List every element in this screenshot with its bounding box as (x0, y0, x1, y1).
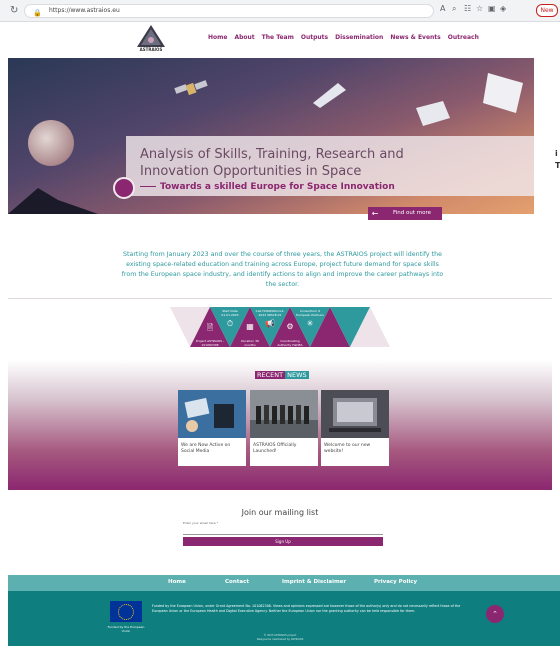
browser-toolbar: ↻ 🔒 https://www.astraios.eu A⌕ ☷☆▣◈ New (0, 0, 560, 22)
zoom-icon[interactable]: ⌕ (452, 4, 464, 14)
logo-text: ASTRAIOS (139, 47, 163, 52)
hero-emblem-icon (113, 177, 135, 199)
find-out-more-button[interactable]: Find out more (382, 207, 442, 220)
footer-link-home[interactable]: Home (168, 579, 186, 585)
reader-icon[interactable]: A (440, 4, 452, 13)
copilot-icon[interactable]: ◈ (500, 4, 512, 13)
news-heading-news: NEWS (285, 371, 309, 379)
news-card-title[interactable]: We are Now Active on Social Media (181, 443, 243, 455)
email-label: Enter your email here * (183, 521, 219, 525)
copyright-line-2: Designed & maintained by ASTRAIOS (256, 638, 304, 641)
fact-start-date: Start Date 01.01.2023 (221, 309, 239, 317)
hero-edge-line-2: T (555, 161, 560, 170)
calendar-icon: ▦ (246, 322, 254, 331)
footer-link-imprint[interactable]: Imprint & Disclaimer (282, 579, 346, 585)
book-image-3 (483, 73, 523, 113)
fact-call: Call HORIZON-CL4-2022 SPACE-01 (255, 309, 285, 317)
fact-authority: Coordinating Authority HaDEA (277, 339, 303, 347)
hero-edge-line-1: i (555, 149, 558, 158)
planet-image (28, 120, 74, 166)
address-bar[interactable]: 🔒 https://www.astraios.eu (24, 4, 434, 18)
menu-outputs[interactable]: Outputs (301, 34, 328, 41)
lock-icon: 🔒 (33, 9, 42, 17)
intro-paragraph: Starting from January 2023 and over the … (121, 251, 444, 288)
site-header: ASTRAIOS Home About The Team Outputs Dissemi… (0, 22, 560, 58)
earth-horizon-image (8, 188, 98, 214)
new-tab-button[interactable]: New (536, 4, 558, 17)
news-card[interactable]: Welcome to our new website! (321, 390, 389, 466)
news-card-title[interactable]: Welcome to our new website! (324, 443, 386, 455)
book-image-1 (313, 83, 346, 108)
fact-consortium: Consortium 9 European Partners (296, 309, 324, 317)
news-card-image (178, 390, 246, 438)
hero-title: Analysis of Skills, Training, Research a… (140, 147, 404, 179)
arrow-left-icon[interactable]: ← (368, 207, 382, 220)
news-heading: RECENT NEWS (255, 371, 309, 379)
network-icon: ✳ (306, 319, 314, 328)
hero-edge-text: iT (555, 148, 560, 172)
menu-home[interactable]: Home (208, 34, 227, 41)
menu-about[interactable]: About (234, 34, 254, 41)
news-card-image (321, 390, 389, 438)
footer-nav: Home Contact Imprint & Disclaimer Privac… (8, 575, 560, 591)
news-card[interactable]: We are Now Active on Social Media (178, 390, 246, 466)
eu-caption: Funded by the European Union (107, 625, 145, 633)
section-divider (8, 298, 552, 299)
fact-project: Project ASTRAIOS - 101082308 (195, 339, 225, 347)
eu-stars-icon (118, 604, 134, 620)
menu-dissemination[interactable]: Dissemination (335, 34, 383, 41)
stopwatch-icon: ⏱ (226, 319, 234, 328)
copyright-line-1: © 2023 ASTRAIOS project (263, 634, 297, 637)
book-image-2 (416, 101, 450, 126)
copyright: © 2023 ASTRAIOS project Designed & maint… (0, 634, 560, 642)
gear-icon: ⚙ (286, 322, 294, 331)
reload-icon[interactable]: ↻ (10, 5, 18, 16)
scroll-to-top-button[interactable]: ⌃ (486, 605, 504, 623)
address-text: https://www.astraios.eu (49, 7, 120, 14)
footer-link-privacy[interactable]: Privacy Policy (374, 579, 417, 585)
satellite-image (174, 80, 208, 96)
mailing-list-title: Join our mailing list (241, 508, 319, 517)
news-heading-recent: RECENT (255, 371, 286, 379)
translate-icon[interactable]: ☷ (464, 4, 476, 13)
menu-the-team[interactable]: The Team (262, 34, 294, 41)
funding-disclaimer: Funded by the European Union, under Gran… (152, 604, 461, 613)
main-menu: Home About The Team Outputs Dissemination New… (208, 34, 486, 41)
news-card[interactable]: ASTRAIOS Officially Launched! (250, 390, 318, 466)
footer-link-contact[interactable]: Contact (225, 579, 249, 585)
project-facts-band: 🗎 Project ASTRAIOS - 101082308 ⏱ Start D… (170, 302, 390, 352)
favorite-icon[interactable]: ☆ (476, 4, 488, 13)
email-field[interactable] (183, 529, 383, 535)
news-card-image (250, 390, 318, 438)
megaphone-icon: 📢 (265, 319, 275, 328)
menu-outreach[interactable]: Outreach (448, 34, 479, 41)
hero-edge (534, 58, 560, 214)
hero-subtitle: Towards a skilled Europe for Space Innov… (140, 182, 395, 192)
news-card-title[interactable]: ASTRAIOS Officially Launched! (253, 443, 315, 455)
collections-icon[interactable]: ▣ (488, 4, 500, 13)
sign-up-button[interactable]: Sign Up (183, 537, 383, 546)
fact-duration: Duration 36 months (241, 339, 259, 347)
document-icon: 🗎 (206, 323, 214, 332)
menu-news-events[interactable]: News & Events (390, 34, 440, 41)
browser-tools: A⌕ ☷☆▣◈ (440, 4, 512, 14)
